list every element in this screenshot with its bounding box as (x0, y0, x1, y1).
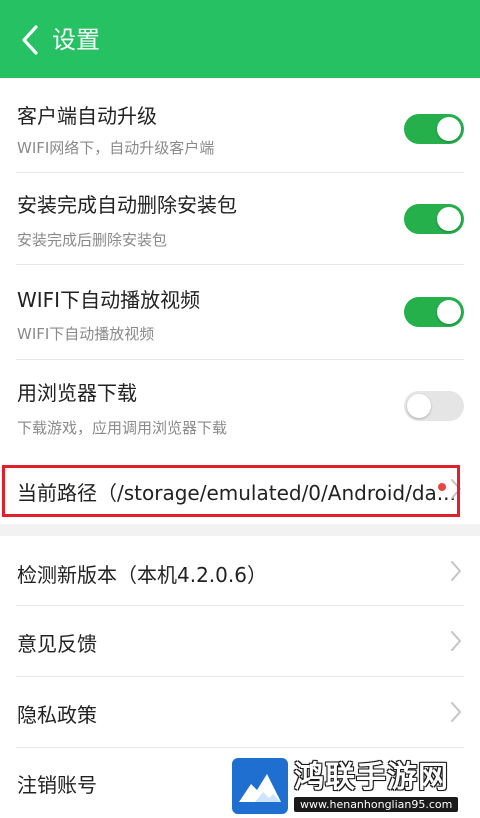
setting-subtitle: 下载游戏，应用调用浏览器下载 (17, 419, 228, 437)
mountain-logo-icon (239, 774, 281, 802)
browser-download-toggle[interactable] (404, 391, 464, 421)
setting-title: 用浏览器下载 (17, 381, 137, 405)
menu-label: 注销账号 (17, 773, 97, 797)
auto-upgrade-toggle[interactable] (404, 114, 464, 144)
watermark-logo (232, 758, 288, 814)
setting-title: 客户端自动升级 (17, 104, 157, 128)
setting-subtitle: WIFI网络下，自动升级客户端 (17, 139, 215, 157)
setting-auto-upgrade[interactable]: 客户端自动升级 WIFI网络下，自动升级客户端 (0, 78, 480, 172)
menu-label: 检测新版本（本机4.2.0.6） (17, 563, 267, 587)
menu-privacy-policy[interactable]: 隐私政策 (0, 677, 480, 747)
setting-subtitle: 安装完成后删除安装包 (17, 231, 168, 249)
highlight-box (2, 465, 460, 517)
setting-auto-delete-package[interactable]: 安装完成自动删除安装包 安装完成后删除安装包 (0, 173, 480, 264)
setting-subtitle: WIFI下自动播放视频 (17, 325, 155, 343)
setting-title: 安装完成自动删除安装包 (17, 193, 237, 217)
setting-browser-download[interactable]: 用浏览器下载 下载游戏，应用调用浏览器下载 (0, 360, 480, 456)
setting-title: WIFI下自动播放视频 (17, 288, 201, 312)
auto-delete-package-toggle[interactable] (404, 204, 464, 234)
chevron-right-icon (451, 702, 461, 722)
watermark-url: www.henanhonglian95.com (294, 796, 459, 812)
chevron-left-icon (22, 25, 38, 55)
wifi-autoplay-toggle[interactable] (404, 297, 464, 327)
menu-feedback[interactable]: 意见反馈 (0, 606, 480, 676)
toggle-knob (407, 394, 431, 418)
menu-label: 意见反馈 (17, 632, 97, 656)
chevron-right-icon (451, 561, 461, 581)
back-button[interactable] (10, 18, 50, 62)
menu-label: 隐私政策 (17, 703, 97, 727)
section-gap (0, 524, 480, 536)
app-header: 设置 (0, 0, 480, 78)
menu-check-version[interactable]: 检测新版本（本机4.2.0.6） (0, 536, 480, 606)
toggle-knob (437, 207, 461, 231)
chevron-right-icon (451, 631, 461, 651)
toggle-knob (437, 300, 461, 324)
setting-wifi-autoplay[interactable]: WIFI下自动播放视频 WIFI下自动播放视频 (0, 265, 480, 359)
watermark-name: 鸿联手游网 (294, 759, 449, 795)
update-dot (438, 483, 446, 491)
watermark: 鸿联手游网 www.henanhonglian95.com (232, 756, 476, 816)
page-title: 设置 (52, 26, 100, 54)
toggle-knob (437, 117, 461, 141)
